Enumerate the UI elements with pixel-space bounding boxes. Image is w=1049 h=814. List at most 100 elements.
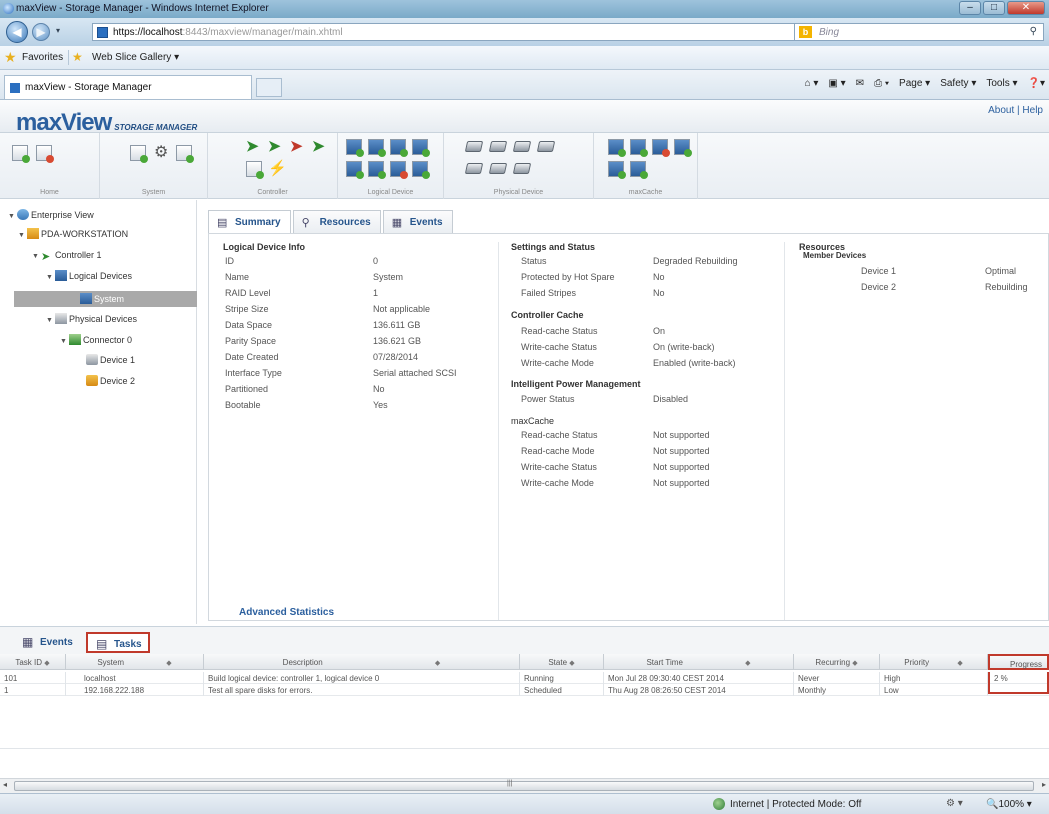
favorites-button[interactable]: Favorites — [22, 52, 63, 63]
tree-node-controller[interactable]: ▼ ➤ Controller 1 — [32, 250, 101, 264]
favorites-star-icon[interactable]: ★ — [4, 49, 17, 66]
maxcache-icon[interactable] — [608, 161, 626, 179]
physical-device-icon[interactable] — [512, 163, 532, 174]
recent-pages-dropdown[interactable]: ▾ — [56, 26, 60, 35]
security-settings-icon[interactable]: ⚙ ▾ — [946, 798, 963, 809]
tree-node-enterprise-view[interactable]: ▼ Enterprise View — [8, 209, 94, 223]
logical-device-icon[interactable] — [412, 161, 430, 179]
safety-menu[interactable]: Safety ▾ — [940, 78, 976, 89]
col-system[interactable]: System ◆ — [66, 654, 204, 670]
label-bootable: Bootable — [225, 400, 261, 410]
zoom-level[interactable]: 🔍100% ▾ — [986, 799, 1032, 810]
tree-node-logical-devices[interactable]: ▼ Logical Devices — [46, 270, 132, 284]
tools-menu[interactable]: Tools ▾ — [986, 78, 1017, 89]
scroll-right-icon[interactable]: ▸ — [1042, 780, 1046, 789]
system-properties-icon[interactable] — [130, 145, 148, 163]
logical-device-icon[interactable] — [346, 139, 364, 157]
controller-arrow-icon[interactable]: ➤ — [268, 139, 284, 155]
physical-device-icon[interactable] — [464, 141, 484, 152]
back-button[interactable]: ◀ — [6, 21, 28, 43]
web-slice-gallery[interactable]: Web Slice Gallery ▾ — [92, 52, 179, 63]
tree-node-physical-devices[interactable]: ▼ Physical Devices — [46, 313, 137, 327]
maxcache-delete-icon[interactable] — [652, 139, 670, 157]
search-box[interactable]: b Bing ⚲ — [794, 23, 1044, 41]
controller-flash-icon[interactable]: ⚡ — [268, 161, 287, 177]
physical-device-icon[interactable] — [536, 141, 556, 152]
home-icon[interactable]: ⌂ ▾ — [805, 78, 819, 89]
col-state[interactable]: State ◆ — [520, 654, 604, 670]
tree-node-device-2[interactable]: Device 2 — [86, 375, 135, 389]
value-mc-read-cache-status: Not supported — [653, 430, 710, 440]
maxcache-icon[interactable] — [674, 139, 692, 157]
tree-node-workstation[interactable]: ▼ PDA-WORKSTATION — [18, 228, 128, 242]
col-priority[interactable]: Priority ◆ — [880, 654, 988, 670]
logical-device-icon[interactable] — [368, 161, 386, 179]
feeds-icon[interactable]: ▣ ▾ — [828, 78, 845, 89]
scrollbar-thumb[interactable] — [14, 781, 1034, 791]
controller-arrow-icon[interactable]: ➤ — [290, 139, 306, 155]
label-write-cache-mode: Write-cache Mode — [521, 358, 594, 368]
security-zone[interactable]: Internet | Protected Mode: Off — [730, 799, 861, 810]
ie-icon — [3, 3, 14, 14]
physical-device-icon[interactable] — [512, 141, 532, 152]
controller-arrow-icon[interactable]: ➤ — [312, 139, 328, 155]
col-description[interactable]: Description ◆ — [204, 654, 520, 670]
address-bar[interactable]: https://localhost:8443/maxview/manager/m… — [92, 23, 890, 41]
controller-arrow-icon[interactable]: ➤ — [246, 139, 262, 155]
table-row[interactable]: 1 192.168.222.188 Test all spare disks f… — [0, 684, 1049, 696]
logical-device-icon — [80, 293, 92, 304]
help-menu[interactable]: ❓▾ — [1028, 78, 1045, 89]
physical-device-icon[interactable] — [488, 141, 508, 152]
tab-summary[interactable]: ▤ Summary — [208, 210, 291, 234]
maxcache-icon[interactable] — [630, 161, 648, 179]
logical-device-icon[interactable] — [368, 139, 386, 157]
tab-bottom-events[interactable]: ▦ Events — [14, 632, 79, 653]
tree-node-system[interactable]: System — [14, 291, 197, 307]
remove-system-icon[interactable] — [36, 145, 54, 163]
add-system-icon[interactable] — [12, 145, 30, 163]
system-log-icon[interactable] — [176, 145, 194, 163]
maximize-button[interactable]: □ — [983, 1, 1005, 15]
page-menu[interactable]: Page ▾ — [899, 78, 930, 89]
member-device-1: Device 1 — [861, 266, 897, 276]
close-button[interactable]: ✕ — [1007, 1, 1045, 15]
col-progress[interactable]: Progress — [988, 654, 1049, 670]
physical-device-icon[interactable] — [464, 163, 484, 174]
group-logical-device: Logical Device — [338, 133, 444, 199]
member-device-1-state: Optimal — [985, 266, 1017, 276]
scroll-left-icon[interactable]: ◂ — [3, 780, 7, 789]
tree-node-connector[interactable]: ▼ Connector 0 — [60, 334, 132, 348]
print-icon[interactable]: ⎙ ▾ — [874, 78, 889, 89]
col-task-id[interactable]: Task ID ◆ — [0, 654, 66, 670]
value-write-cache-mode: Enabled (write-back) — [653, 358, 736, 368]
logical-device-icon[interactable] — [412, 139, 430, 157]
tab-tasks[interactable]: ▤ Tasks — [86, 632, 150, 653]
minimize-button[interactable]: – — [959, 1, 981, 15]
tab-events[interactable]: ▦ Events — [382, 210, 453, 234]
logical-device-icon[interactable] — [390, 139, 408, 157]
col-start-time[interactable]: Start Time ◆ — [604, 654, 794, 670]
search-icon[interactable]: ⚲ — [1030, 26, 1037, 37]
physical-device-icon[interactable] — [488, 163, 508, 174]
forward-button[interactable]: ▶ — [32, 23, 50, 41]
logical-device-delete-icon[interactable] — [390, 161, 408, 179]
mail-icon[interactable]: ✉ — [856, 78, 864, 89]
new-tab-button[interactable] — [256, 78, 282, 97]
add-favorite-icon[interactable]: ★ — [72, 50, 83, 64]
maxcache-icon[interactable] — [608, 139, 626, 157]
gear-icon[interactable]: ⚙ — [154, 145, 170, 161]
tab-maxview[interactable]: maxView - Storage Manager — [4, 75, 252, 99]
col-recurring[interactable]: Recurring ◆ — [794, 654, 880, 670]
table-row[interactable]: 101 localhost Build logical device: cont… — [0, 672, 1049, 694]
controller-cache-title: Controller Cache — [511, 310, 584, 320]
maxcache-title: maxCache — [511, 416, 555, 426]
tab-resources[interactable]: ⚲ Resources — [292, 210, 381, 234]
horizontal-scrollbar[interactable]: ◂ ||| ▸ — [0, 778, 1049, 793]
controller-doc-icon[interactable] — [246, 161, 264, 179]
window-titlebar: maxView - Storage Manager - Windows Inte… — [0, 0, 1049, 18]
advanced-statistics-link[interactable]: Advanced Statistics — [239, 607, 334, 618]
header-links[interactable]: About | Help — [988, 105, 1043, 116]
tree-node-device-1[interactable]: Device 1 — [86, 354, 135, 368]
logical-device-icon[interactable] — [346, 161, 364, 179]
maxcache-icon[interactable] — [630, 139, 648, 157]
